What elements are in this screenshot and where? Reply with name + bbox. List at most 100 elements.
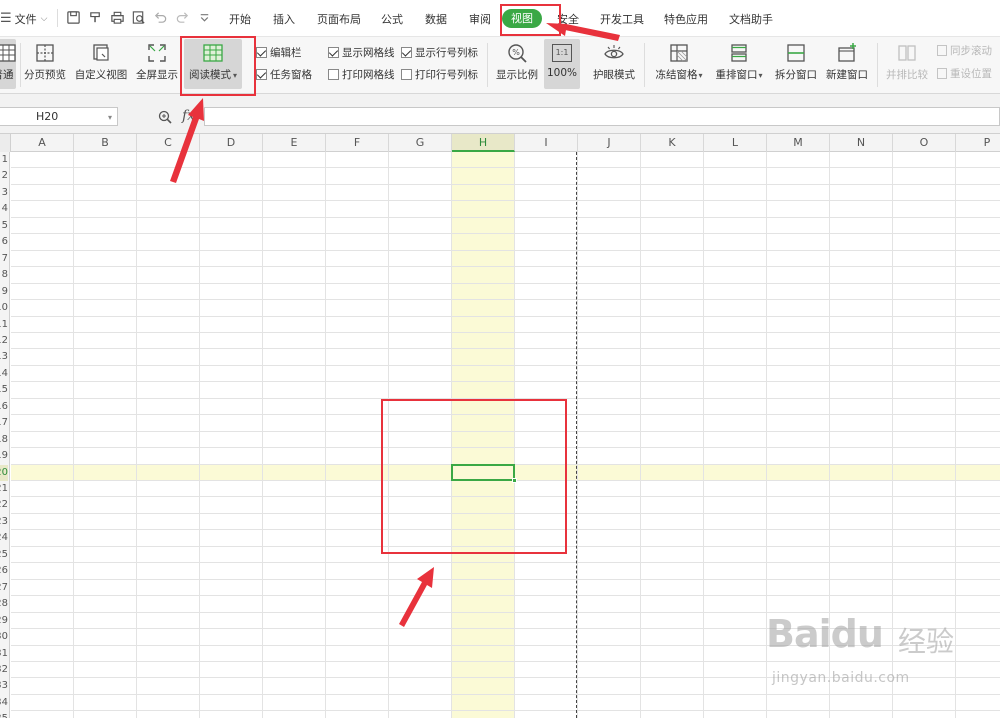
row-header-33[interactable]: 33 — [0, 678, 8, 694]
row-header-16[interactable]: 16 — [0, 399, 8, 415]
row-header-12[interactable]: 12 — [0, 333, 8, 349]
row-header-21[interactable]: 21 — [0, 481, 8, 497]
column-header-a[interactable]: A — [11, 134, 74, 152]
row-header-7[interactable]: 7 — [0, 251, 8, 267]
tab-special-apps[interactable]: 特色应用 — [664, 11, 708, 27]
row-header-31[interactable]: 31 — [0, 646, 8, 662]
row-header-18[interactable]: 18 — [0, 432, 8, 448]
reset-position-label: 重设位置 — [950, 68, 992, 80]
tab-review[interactable]: 审阅 — [469, 11, 491, 27]
fullscreen-button[interactable]: 全屏显示 — [134, 39, 180, 89]
show-headings-checkbox[interactable]: 显示行号列标 — [401, 45, 478, 60]
chevron-down-icon[interactable]: ▾ — [108, 113, 112, 122]
column-header-n[interactable]: N — [830, 134, 893, 152]
tab-home[interactable]: 开始 — [229, 11, 251, 27]
row-header-22[interactable]: 22 — [0, 497, 8, 513]
row-header-2[interactable]: 2 — [0, 168, 8, 184]
formula-bar-checkbox[interactable]: 编辑栏 — [256, 45, 302, 60]
tab-formulas[interactable]: 公式 — [381, 11, 403, 27]
save-icon[interactable] — [66, 10, 81, 25]
column-header-f[interactable]: F — [326, 134, 389, 152]
print-headings-checkbox[interactable]: 打印行号列标 — [401, 67, 478, 82]
column-header-l[interactable]: L — [704, 134, 767, 152]
row-header-1[interactable]: 1 — [0, 152, 8, 168]
zoom-search-icon[interactable] — [158, 110, 172, 124]
normal-view-button[interactable]: 普通 — [0, 39, 16, 89]
name-box[interactable]: H20 — [0, 107, 118, 126]
split-window-button[interactable]: 拆分窗口 — [773, 39, 819, 89]
row-header-13[interactable]: 13 — [0, 349, 8, 365]
row-header-10[interactable]: 10 — [0, 300, 8, 316]
row-header-23[interactable]: 23 — [0, 514, 8, 530]
column-header-g[interactable]: G — [389, 134, 452, 152]
column-header-b[interactable]: B — [74, 134, 137, 152]
page-break-line — [576, 152, 577, 718]
redo-icon[interactable] — [175, 10, 190, 25]
row-header-15[interactable]: 15 — [0, 382, 8, 398]
freeze-panes-button[interactable]: 冻结窗格▾ — [652, 39, 706, 89]
row-header-14[interactable]: 14 — [0, 366, 8, 382]
row-header-5[interactable]: 5 — [0, 218, 8, 234]
tab-doc-assistant[interactable]: 文档助手 — [729, 11, 773, 27]
tab-data[interactable]: 数据 — [425, 11, 447, 27]
row-header-4[interactable]: 4 — [0, 201, 8, 217]
row-header-17[interactable]: 17 — [0, 415, 8, 431]
row-header-29[interactable]: 29 — [0, 613, 8, 629]
row-header-6[interactable]: 6 — [0, 234, 8, 250]
page-break-preview-button[interactable]: 分页预览 — [22, 39, 68, 89]
row-header-32[interactable]: 32 — [0, 662, 8, 678]
zoom-100-button[interactable]: 1:1 100% — [544, 39, 580, 89]
baidu-watermark: Baidu 经验 jingyan.baidu.com — [766, 608, 996, 708]
row-header-34[interactable]: 34 — [0, 695, 8, 711]
side-by-side-button[interactable]: 并排比较 — [884, 39, 930, 89]
column-header-i[interactable]: I — [515, 134, 578, 152]
column-header-m[interactable]: M — [767, 134, 830, 152]
row-header-30[interactable]: 30 — [0, 629, 8, 645]
page-break-preview-label: 分页预览 — [24, 69, 66, 81]
tab-insert[interactable]: 插入 — [273, 11, 295, 27]
print-preview-icon[interactable] — [131, 10, 146, 25]
new-window-label: 新建窗口 — [826, 69, 868, 81]
select-all-corner[interactable] — [0, 134, 11, 152]
column-header-d[interactable]: D — [200, 134, 263, 152]
customize-quick-access-icon[interactable] — [197, 10, 212, 25]
row-header-19[interactable]: 19 — [0, 448, 8, 464]
row-header-24[interactable]: 24 — [0, 530, 8, 546]
reset-position-button[interactable]: 重设位置 — [937, 66, 992, 81]
file-menu[interactable]: ☰ 文件 ⌵ — [0, 0, 47, 37]
formula-input[interactable] — [204, 107, 1000, 126]
print-icon[interactable] — [110, 10, 125, 25]
row-header-20[interactable]: 20 — [0, 464, 8, 481]
tab-developer[interactable]: 开发工具 — [600, 11, 644, 27]
new-window-button[interactable]: 新建窗口 — [824, 39, 870, 89]
column-header-k[interactable]: K — [641, 134, 704, 152]
baidu-jingyan-text: 经验 — [898, 625, 955, 658]
undo-icon[interactable] — [153, 10, 168, 25]
row-header-26[interactable]: 26 — [0, 563, 8, 579]
format-painter-icon[interactable] — [88, 10, 103, 25]
custom-view-button[interactable]: 自定义视图 — [73, 39, 129, 89]
tab-page-layout[interactable]: 页面布局 — [317, 11, 361, 27]
row-header-35[interactable]: 35 — [0, 711, 8, 718]
column-header-p[interactable]: P — [956, 134, 1000, 152]
row-header-11[interactable]: 11 — [0, 317, 8, 333]
column-header-h[interactable]: H — [452, 134, 515, 152]
row-header-3[interactable]: 3 — [0, 185, 8, 201]
row-header-8[interactable]: 8 — [0, 267, 8, 283]
column-header-c[interactable]: C — [137, 134, 200, 152]
fx-icon[interactable]: fx — [182, 108, 195, 124]
row-header-28[interactable]: 28 — [0, 596, 8, 612]
row-header-25[interactable]: 25 — [0, 547, 8, 563]
print-gridlines-checkbox[interactable]: 打印网格线 — [328, 67, 395, 82]
task-pane-checkbox[interactable]: 任务窗格 — [256, 67, 312, 82]
row-header-9[interactable]: 9 — [0, 284, 8, 300]
column-header-j[interactable]: J — [578, 134, 641, 152]
zoom-ratio-button[interactable]: % 显示比例 — [494, 39, 540, 89]
row-header-27[interactable]: 27 — [0, 580, 8, 596]
column-header-e[interactable]: E — [263, 134, 326, 152]
column-header-o[interactable]: O — [893, 134, 956, 152]
show-gridlines-checkbox[interactable]: 显示网格线 — [328, 45, 395, 60]
sync-scroll-button[interactable]: 同步滚动 — [937, 43, 992, 58]
arrange-windows-button[interactable]: 重排窗口▾ — [712, 39, 766, 89]
eye-care-mode-button[interactable]: 护眼模式 — [591, 39, 637, 89]
